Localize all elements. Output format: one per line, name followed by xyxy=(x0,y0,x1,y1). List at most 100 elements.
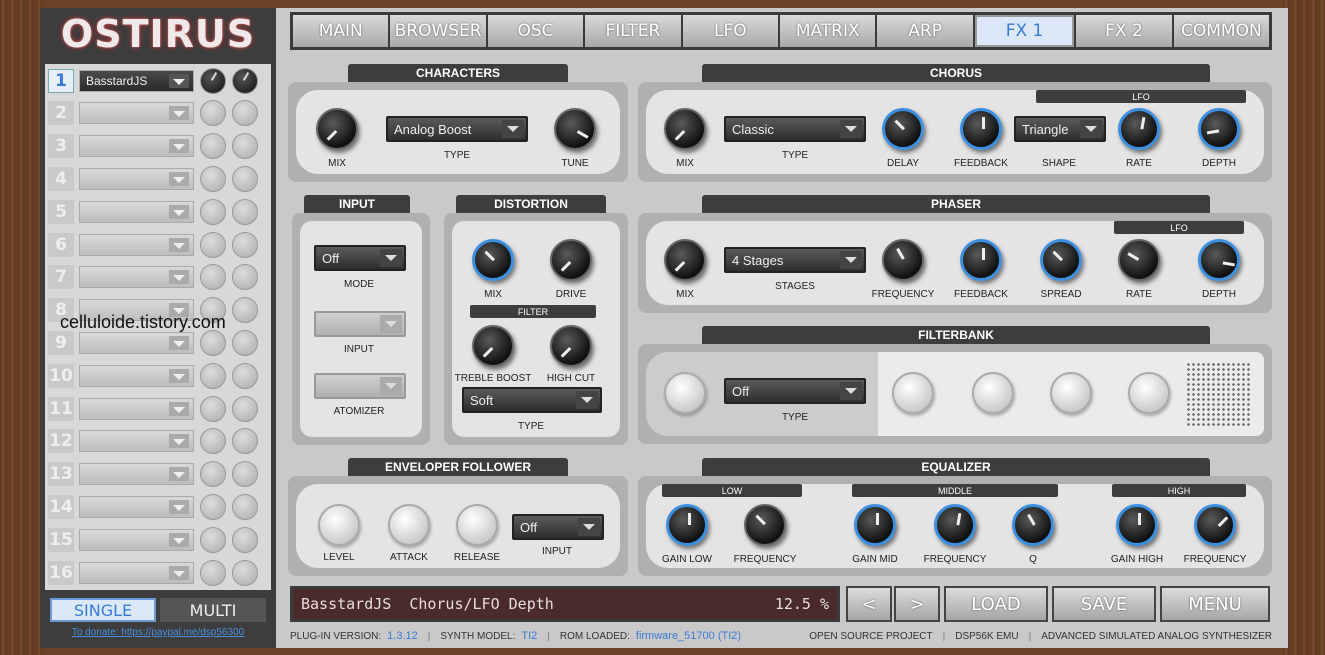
part-pan-knob[interactable] xyxy=(232,329,258,356)
part-preset-dropdown[interactable]: BasstardJS xyxy=(79,69,194,92)
chorus-feedback-knob[interactable] xyxy=(960,108,1002,150)
part-pan-knob[interactable] xyxy=(232,133,258,160)
filterbank-knob-4[interactable] xyxy=(1050,372,1092,414)
part-number[interactable]: 11 xyxy=(48,396,74,421)
phaser-frequency-knob[interactable] xyxy=(882,239,924,281)
chorus-type-dropdown[interactable]: Classic xyxy=(724,116,866,142)
part-number[interactable]: 9 xyxy=(48,330,74,355)
load-button[interactable]: LOAD xyxy=(944,586,1048,622)
part-pan-knob[interactable] xyxy=(232,559,258,586)
part-pan-knob[interactable] xyxy=(232,198,258,225)
tab-filter[interactable]: FILTER xyxy=(585,15,681,47)
part-preset-dropdown[interactable] xyxy=(79,266,194,289)
part-preset-dropdown[interactable] xyxy=(79,200,194,223)
save-button[interactable]: SAVE xyxy=(1052,586,1156,622)
part-number[interactable]: 5 xyxy=(48,199,74,224)
part-preset-dropdown[interactable] xyxy=(79,430,194,453)
filterbank-knob-5[interactable] xyxy=(1128,372,1170,414)
eq-freq-mid-knob[interactable] xyxy=(934,504,976,546)
chorus-rate-knob[interactable] xyxy=(1118,108,1160,150)
part-preset-dropdown[interactable] xyxy=(79,561,194,584)
part-volume-knob[interactable] xyxy=(200,395,226,422)
phaser-spread-knob[interactable] xyxy=(1040,239,1082,281)
single-mode-button[interactable]: SINGLE xyxy=(50,598,156,622)
part-volume-knob[interactable] xyxy=(200,526,226,553)
part-number[interactable]: 14 xyxy=(48,494,74,519)
tab-main[interactable]: MAIN xyxy=(293,15,389,47)
envelope-input-dropdown[interactable]: Off xyxy=(512,514,604,540)
part-pan-knob[interactable] xyxy=(232,100,258,127)
part-volume-knob[interactable] xyxy=(200,198,226,225)
part-pan-knob[interactable] xyxy=(232,264,258,291)
eq-gain-mid-knob[interactable] xyxy=(854,504,896,546)
phaser-feedback-knob[interactable] xyxy=(960,239,1002,281)
filterbank-knob-2[interactable] xyxy=(892,372,934,414)
part-volume-knob[interactable] xyxy=(200,264,226,291)
distortion-drive-knob[interactable] xyxy=(550,239,592,281)
part-number[interactable]: 10 xyxy=(48,363,74,388)
phaser-stages-dropdown[interactable]: 4 Stages xyxy=(724,247,866,273)
eq-gain-low-knob[interactable] xyxy=(666,504,708,546)
part-pan-knob[interactable] xyxy=(232,67,258,94)
part-row-7[interactable]: 7 xyxy=(45,261,271,294)
part-number[interactable]: 3 xyxy=(48,134,74,159)
input-select-dropdown[interactable] xyxy=(314,311,406,337)
part-volume-knob[interactable] xyxy=(200,100,226,127)
envelope-attack-knob[interactable] xyxy=(388,504,430,546)
filterbank-knob-1[interactable] xyxy=(664,372,706,414)
part-row-14[interactable]: 14 xyxy=(45,490,271,523)
part-row-1[interactable]: 1 BasstardJS xyxy=(45,64,271,97)
tab-common[interactable]: COMMON xyxy=(1173,15,1270,47)
part-volume-knob[interactable] xyxy=(200,493,226,520)
chorus-delay-knob[interactable] xyxy=(882,108,924,150)
tab-lfo[interactable]: LFO xyxy=(682,15,779,47)
part-preset-dropdown[interactable] xyxy=(79,495,194,518)
part-row-2[interactable]: 2 xyxy=(45,97,271,130)
phaser-rate-knob[interactable] xyxy=(1118,239,1160,281)
filterbank-type-dropdown[interactable]: Off xyxy=(724,378,866,404)
part-preset-dropdown[interactable] xyxy=(79,364,194,387)
part-number[interactable]: 4 xyxy=(48,166,74,191)
chorus-mix-knob[interactable] xyxy=(664,108,706,150)
part-pan-knob[interactable] xyxy=(232,362,258,389)
part-volume-knob[interactable] xyxy=(200,231,226,258)
part-volume-knob[interactable] xyxy=(200,461,226,488)
filterbank-knob-3[interactable] xyxy=(972,372,1014,414)
multi-mode-button[interactable]: MULTI xyxy=(160,598,266,622)
part-row-10[interactable]: 10 xyxy=(45,359,271,392)
part-preset-dropdown[interactable] xyxy=(79,331,194,354)
part-preset-dropdown[interactable] xyxy=(79,397,194,420)
treble-boost-knob[interactable] xyxy=(472,325,514,367)
part-volume-knob[interactable] xyxy=(200,428,226,455)
part-preset-dropdown[interactable] xyxy=(79,233,194,256)
part-row-5[interactable]: 5 xyxy=(45,195,271,228)
eq-gain-high-knob[interactable] xyxy=(1116,504,1158,546)
part-number[interactable]: 6 xyxy=(48,232,74,257)
phaser-mix-knob[interactable] xyxy=(664,239,706,281)
tab-arp[interactable]: ARP xyxy=(877,15,973,47)
part-volume-knob[interactable] xyxy=(200,133,226,160)
part-volume-knob[interactable] xyxy=(200,362,226,389)
envelope-level-knob[interactable] xyxy=(318,504,360,546)
part-preset-dropdown[interactable] xyxy=(79,528,194,551)
part-volume-knob[interactable] xyxy=(200,559,226,586)
distortion-type-dropdown[interactable]: Soft xyxy=(462,387,602,413)
input-mode-dropdown[interactable]: Off xyxy=(314,245,406,271)
part-row-15[interactable]: 15 xyxy=(45,523,271,556)
chorus-depth-knob[interactable] xyxy=(1198,108,1240,150)
part-number[interactable]: 12 xyxy=(48,429,74,454)
part-row-13[interactable]: 13 xyxy=(45,458,271,491)
part-preset-dropdown[interactable] xyxy=(79,102,194,125)
part-row-3[interactable]: 3 xyxy=(45,130,271,163)
part-pan-knob[interactable] xyxy=(232,461,258,488)
prev-preset-button[interactable]: < xyxy=(846,586,892,622)
part-number[interactable]: 15 xyxy=(48,527,74,552)
part-preset-dropdown[interactable] xyxy=(79,135,194,158)
part-number[interactable]: 7 xyxy=(48,265,74,290)
characters-mix-knob[interactable] xyxy=(316,108,358,150)
part-row-12[interactable]: 12 xyxy=(45,425,271,458)
part-preset-dropdown[interactable] xyxy=(79,463,194,486)
part-pan-knob[interactable] xyxy=(232,231,258,258)
atomizer-dropdown[interactable] xyxy=(314,373,406,399)
part-volume-knob[interactable] xyxy=(200,67,226,94)
